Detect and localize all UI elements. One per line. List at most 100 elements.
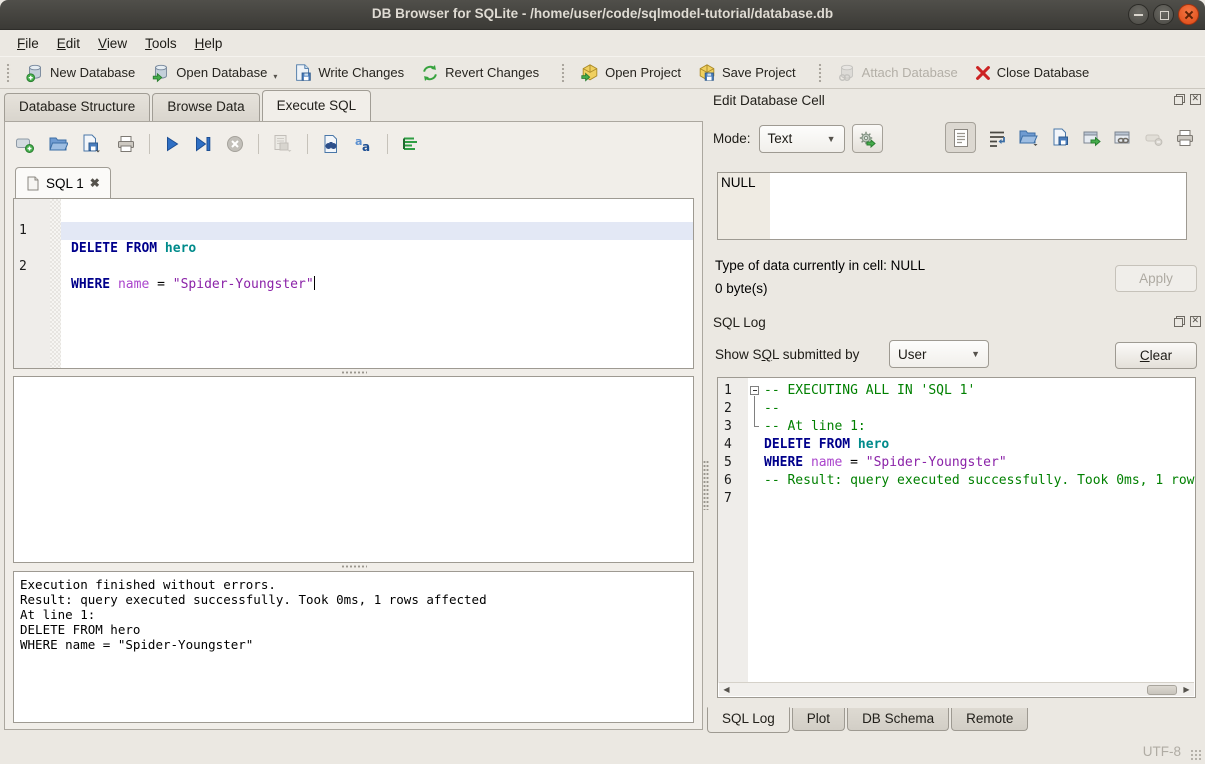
log-line: 4DELETE FROM hero (718, 436, 1195, 454)
menu-tools[interactable]: Tools (136, 33, 186, 54)
dock-tab-bar: SQL Log Plot DB Schema Remote (707, 708, 1030, 733)
sql-editor[interactable]: 1 DELETE FROM hero 2 WHERE name = "Spide… (13, 198, 694, 369)
tab-browse-data[interactable]: Browse Data (152, 93, 259, 121)
apply-button: Apply (1115, 265, 1197, 292)
attach-database-icon (837, 63, 857, 83)
log-line: 5WHERE name = "Spider-Youngster" (718, 454, 1195, 472)
maximize-icon[interactable] (1153, 4, 1174, 25)
import-data-icon[interactable] (1018, 128, 1040, 148)
editor-line: 1 DELETE FROM hero (14, 204, 693, 222)
edit-cell-toolbar (945, 122, 1195, 153)
write-changes-button[interactable]: Write Changes (285, 59, 412, 87)
mode-select[interactable]: Text ▼ (759, 125, 845, 153)
close-icon[interactable] (1178, 4, 1199, 25)
write-changes-icon (293, 63, 313, 83)
float-dock-icon[interactable] (1174, 94, 1185, 105)
editor-results-splitter[interactable] (13, 369, 694, 376)
tab-database-structure[interactable]: Database Structure (4, 93, 150, 121)
sql-editor-toolbar: aa (15, 131, 421, 157)
query-results-area[interactable] (13, 376, 694, 563)
cell-value-editor[interactable]: NULL (717, 172, 1187, 240)
save-project-label: Save Project (722, 65, 796, 80)
execute-all-icon[interactable] (163, 135, 181, 153)
menu-file[interactable]: File (8, 33, 48, 54)
open-database-button[interactable]: Open Database ▾ (143, 59, 285, 87)
find-replace-icon[interactable] (321, 134, 341, 154)
print-cell-icon[interactable] (1175, 128, 1195, 148)
copy-link-icon[interactable] (1113, 128, 1133, 148)
auto-completion-icon[interactable]: aa (354, 134, 374, 154)
log-filter-select[interactable]: User ▼ (889, 340, 989, 368)
scroll-right-icon[interactable]: ▶ (1180, 684, 1193, 695)
menu-view[interactable]: View (89, 33, 136, 54)
new-sql-tab-icon[interactable] (15, 134, 35, 154)
open-database-label: Open Database (176, 65, 267, 80)
apply-mode-button[interactable] (852, 124, 883, 153)
chevron-down-icon: ▼ (971, 349, 980, 359)
app-window: DB Browser for SQLite - /home/user/code/… (0, 0, 1205, 764)
toolbar-separator (307, 134, 308, 154)
toolbar-grip[interactable] (561, 63, 566, 83)
save-project-icon (697, 63, 717, 83)
scroll-left-icon[interactable]: ◀ (720, 684, 733, 695)
log-horizontal-scrollbar[interactable]: ◀ ▶ (719, 682, 1194, 696)
fold-marker-icon[interactable] (750, 386, 759, 395)
sql-file-tab[interactable]: SQL 1 ✖ (15, 167, 111, 198)
close-sql-tab-icon[interactable]: ✖ (90, 176, 100, 190)
close-dock-icon[interactable] (1190, 94, 1201, 105)
execute-current-line-icon[interactable] (194, 135, 212, 153)
stop-execution-icon (225, 134, 245, 154)
open-external-icon[interactable] (1082, 128, 1102, 148)
new-database-icon (25, 63, 45, 83)
execution-message-area[interactable]: Execution finished without errors. Resul… (13, 571, 694, 723)
sql-log-dock-title: SQL Log (713, 315, 766, 330)
revert-changes-label: Revert Changes (445, 65, 539, 80)
word-wrap-icon[interactable] (987, 128, 1007, 148)
edit-cell-dock-header: Edit Database Cell (707, 90, 1205, 112)
save-project-button[interactable]: Save Project (689, 59, 804, 87)
open-project-button[interactable]: Open Project (572, 59, 689, 87)
menubar: File Edit View Tools Help (0, 30, 1205, 56)
sql-file-tab-label: SQL 1 (46, 176, 84, 191)
format-sql-icon[interactable] (401, 134, 421, 154)
toolbar-grip[interactable] (6, 63, 11, 83)
sql-log-view[interactable]: 1-- EXECUTING ALL IN 'SQL 1' 2-- 3-- At … (717, 377, 1196, 698)
open-database-dropdown-arrow[interactable]: ▾ (273, 72, 277, 83)
new-database-button[interactable]: New Database (17, 59, 143, 87)
save-sql-file-icon[interactable] (81, 134, 103, 154)
encoding-indicator[interactable]: UTF-8 (1143, 744, 1181, 759)
text-caret (314, 276, 315, 290)
minimize-icon[interactable] (1128, 4, 1149, 25)
scrollbar-thumb[interactable] (1147, 685, 1177, 695)
print-sql-icon[interactable] (116, 134, 136, 154)
edit-cell-dock-title: Edit Database Cell (713, 93, 825, 108)
menu-help[interactable]: Help (186, 33, 232, 54)
text-mode-button[interactable] (945, 122, 976, 153)
window-title: DB Browser for SQLite - /home/user/code/… (0, 6, 1205, 21)
tab-plot[interactable]: Plot (792, 708, 845, 731)
mode-label: Mode: (713, 131, 751, 146)
close-dock-icon[interactable] (1190, 316, 1201, 327)
open-project-icon (580, 63, 600, 83)
clear-log-button[interactable]: Clear (1115, 342, 1197, 369)
revert-changes-button[interactable]: Revert Changes (412, 59, 547, 87)
current-line-highlight (61, 222, 693, 240)
close-database-button[interactable]: Close Database (966, 60, 1098, 86)
log-filter-selected-value: User (898, 347, 927, 362)
close-database-icon (974, 64, 992, 82)
toolbar-grip[interactable] (818, 63, 823, 83)
sql-file-tab-bar: SQL 1 ✖ (15, 167, 111, 198)
tab-remote[interactable]: Remote (951, 708, 1028, 731)
results-message-splitter[interactable] (13, 563, 694, 570)
export-data-icon[interactable] (1051, 128, 1071, 148)
resize-grip[interactable] (1190, 749, 1202, 761)
menu-edit[interactable]: Edit (48, 33, 89, 54)
right-dock-area: Edit Database Cell Mode: Text ▼ (707, 88, 1205, 734)
tab-db-schema[interactable]: DB Schema (847, 708, 949, 731)
open-sql-file-icon[interactable] (48, 134, 68, 154)
float-dock-icon[interactable] (1174, 316, 1185, 327)
tab-execute-sql[interactable]: Execute SQL (262, 90, 372, 121)
log-line: 2-- (718, 400, 1195, 418)
tab-sql-log[interactable]: SQL Log (707, 707, 790, 733)
toolbar-separator (258, 134, 259, 154)
